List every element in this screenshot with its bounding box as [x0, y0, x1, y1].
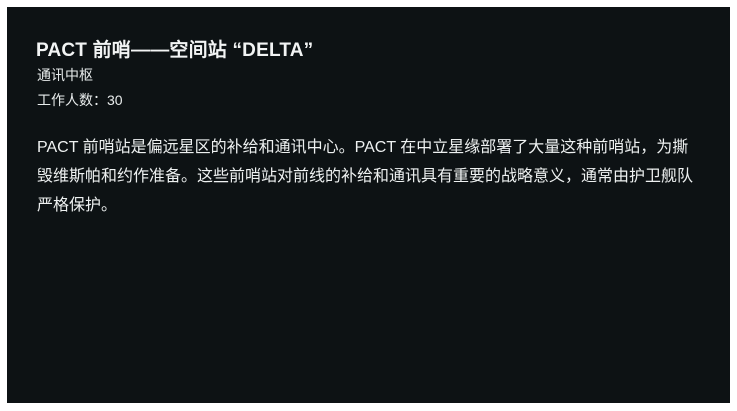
station-description: PACT 前哨站是偏远星区的补给和通讯中心。PACT 在中立星缘部署了大量这种前…: [37, 139, 694, 214]
crew-count: 工作人数：30: [37, 92, 123, 108]
station-title: PACT 前哨——空间站 “DELTA”: [36, 40, 314, 61]
station-type: 通讯中枢: [37, 67, 93, 83]
station-info-panel: PACT 前哨——空间站 “DELTA” 通讯中枢 工作人数：30 PACT 前…: [7, 7, 730, 403]
